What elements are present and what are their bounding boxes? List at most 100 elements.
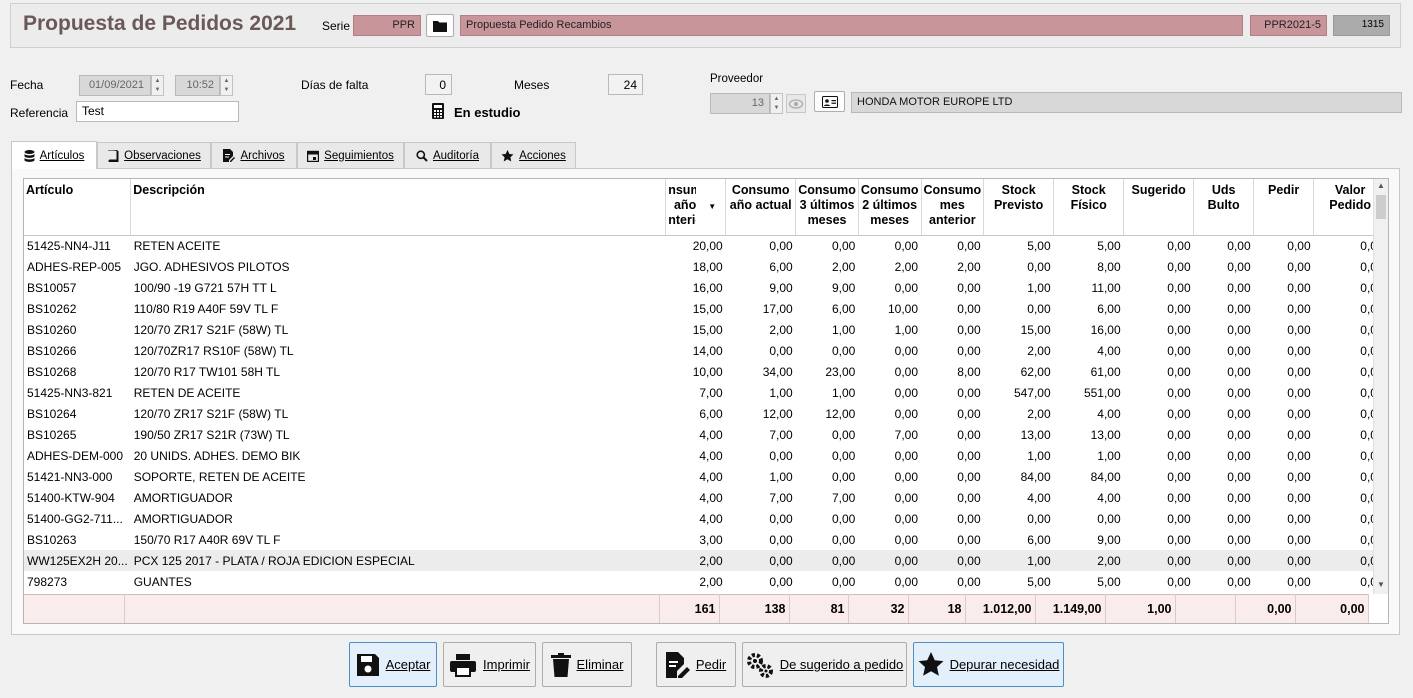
referencia-field[interactable]: Test: [76, 101, 239, 122]
table-row[interactable]: 798273 GUANTES 2,00 0,00 0,00 0,00 0,00 5,00 5,0…: [24, 571, 1387, 592]
proveedor-view-button[interactable]: [786, 94, 806, 113]
hora-spinner[interactable]: ▲ ▼: [220, 75, 233, 96]
table-cell: 0,00: [957, 280, 981, 295]
table-cell: 0,00: [957, 469, 981, 484]
tab-archivos[interactable]: Archivos: [211, 142, 297, 168]
tab-articulos[interactable]: Artículos: [11, 141, 97, 169]
table-row[interactable]: 51400-GG2-711... AMORTIGUADOR 4,00 0,00 0,00…: [24, 508, 1387, 529]
scroll-thumb[interactable]: [1376, 195, 1386, 219]
tab-auditoria[interactable]: Auditoría: [404, 142, 491, 168]
table-cell: 0,00: [894, 238, 918, 253]
col-stock-fisico[interactable]: Stock Físico: [1053, 179, 1125, 236]
table-cell: 15,00: [692, 301, 723, 316]
proveedor-spinner[interactable]: ▲ ▼: [770, 93, 783, 114]
col-consumo-ano-anterior-label: nsum año nterio: [668, 183, 697, 227]
table-row[interactable]: 51421-NN3-000 SOPORTE, RETEN DE ACEITE 4,0…: [24, 466, 1387, 487]
proveedor-code-field[interactable]: 13: [710, 93, 770, 114]
meses-field[interactable]: 24: [608, 74, 643, 95]
table-cell: 0,00: [769, 343, 793, 358]
table-row[interactable]: WW125EX2H 20... PCX 125 2017 - PLATA / RO…: [24, 550, 1387, 571]
table-row[interactable]: 51400-KTW-904 AMORTIGUADOR 4,00 7,00 7,00 0,0…: [24, 487, 1387, 508]
pedir-button[interactable]: Pedir: [656, 642, 736, 687]
table-row[interactable]: ADHES-REP-005 JGO. ADHESIVOS PILOTOS 18,00…: [24, 256, 1387, 277]
tab-seguimientos[interactable]: Seguimientos: [297, 142, 404, 168]
table-row[interactable]: BS10263 150/70 R17 A40R 69V TL F 3,00 0,00 0…: [24, 529, 1387, 550]
fecha-spinner[interactable]: ▲ ▼: [151, 75, 164, 96]
scroll-up-icon[interactable]: ▲: [1377, 181, 1385, 190]
table-cell: 0,00: [769, 574, 793, 589]
articles-grid[interactable]: Artículo Descripción nsum año nterio ▼ C…: [23, 178, 1389, 624]
table-row[interactable]: BS10262 110/80 R19 A40F 59V TL F 15,00 17,0…: [24, 298, 1387, 319]
table-cell: 3,00: [699, 532, 723, 547]
scroll-down-icon[interactable]: ▼: [1377, 580, 1385, 589]
col-uds-bulto[interactable]: Uds Bulto: [1193, 179, 1255, 236]
total-cell: 32: [848, 594, 909, 623]
table-cell: PCX 125 2017 - PLATA / ROJA EDICION ESPE…: [130, 550, 666, 571]
table-row[interactable]: BS10268 120/70 R17 TW101 58H TL 10,00 34,00…: [24, 361, 1387, 382]
file-signature-icon: [665, 651, 690, 678]
total-cell: 81: [789, 594, 849, 623]
table-cell: 0,00: [1253, 550, 1314, 571]
col-sugerido[interactable]: Sugerido: [1123, 179, 1195, 236]
table-row[interactable]: BS10265 190/50 ZR17 S21R (73W) TL 4,00 7,00…: [24, 424, 1387, 445]
table-row[interactable]: 51425-NN3-821 RETEN DE ACEITE 7,00 1,00 1,00…: [24, 382, 1387, 403]
table-cell: 0,00: [1097, 511, 1121, 526]
table-row[interactable]: 51425-NN4-J11 RETEN ACEITE 20,00 0,00 0,00 0,…: [24, 235, 1387, 256]
table-cell: 0,00: [1167, 574, 1191, 589]
eliminar-button[interactable]: Eliminar: [542, 642, 632, 687]
table-row[interactable]: ADHES-DEM-000 20 UNIDS. ADHES. DEMO BIK 4,…: [24, 445, 1387, 466]
total-cell: 161: [659, 594, 720, 623]
dias-falta-field[interactable]: 0: [425, 74, 452, 95]
table-cell: 0,00: [769, 511, 793, 526]
table-cell: 0,00: [858, 550, 921, 571]
tab-observaciones[interactable]: Observaciones: [97, 142, 211, 168]
document-number-field[interactable]: 1315: [1333, 15, 1390, 36]
database-icon: [24, 149, 35, 162]
col-pedir[interactable]: Pedir: [1253, 179, 1315, 236]
sort-desc-icon: ▼: [708, 202, 717, 211]
table-cell: 6,00: [832, 301, 856, 316]
table-cell: 0,00: [1167, 280, 1191, 295]
col-consumo-mes-anterior[interactable]: Consumo mes anterior: [921, 179, 985, 236]
imprimir-button[interactable]: Imprimir: [443, 642, 536, 687]
table-row[interactable]: BS10266 120/70ZR17 RS10F (58W) TL 14,00 0,0…: [24, 340, 1387, 361]
grid-scrollbar[interactable]: ▲ ▼: [1373, 179, 1388, 594]
aceptar-button[interactable]: Aceptar: [349, 642, 437, 687]
document-code-field[interactable]: PPR2021-5: [1250, 15, 1327, 36]
col-descripcion[interactable]: Descripción: [130, 179, 667, 236]
hora-field[interactable]: 10:52: [175, 75, 220, 96]
serie-folder-button[interactable]: [426, 14, 454, 37]
col-consumo-ano-actual[interactable]: Consumo año actual: [725, 179, 797, 236]
depurar-necesidad-button[interactable]: Depurar necesidad: [913, 642, 1064, 687]
fecha-field[interactable]: 01/09/2021: [79, 75, 151, 96]
table-cell: 7,00: [699, 385, 723, 400]
col-consumo-2-meses[interactable]: Consumo 2 últimos meses: [858, 179, 922, 236]
table-row[interactable]: BS10260 120/70 ZR17 S21F (58W) TL 15,00 2,0…: [24, 319, 1387, 340]
serie-field[interactable]: PPR: [353, 15, 421, 36]
table-cell: 2,00: [1027, 343, 1051, 358]
col-stock-previsto[interactable]: Stock Previsto: [983, 179, 1055, 236]
sugerido-a-pedido-button[interactable]: De sugerido a pedido: [742, 642, 907, 687]
col-consumo-ano-anterior[interactable]: nsum año nterio ▼: [665, 179, 727, 236]
col-articulo[interactable]: Artículo: [24, 179, 132, 236]
serie-description-field[interactable]: Propuesta Pedido Recambios: [460, 15, 1243, 36]
table-cell: 0,00: [894, 364, 918, 379]
table-cell: 0,00: [1287, 238, 1311, 253]
proveedor-card-button[interactable]: [814, 91, 845, 112]
table-cell: 0,00: [1027, 259, 1051, 274]
table-row[interactable]: BS10264 120/70 ZR17 S21F (58W) TL 6,00 12,0…: [24, 403, 1387, 424]
table-cell: 1,00: [769, 469, 793, 484]
table-row[interactable]: BS10057 100/90 -19 G721 57H TT L 16,00 9,00…: [24, 277, 1387, 298]
table-cell: 15,00: [1020, 322, 1051, 337]
proveedor-name-field[interactable]: HONDA MOTOR EUROPE LTD: [851, 92, 1402, 113]
table-cell: 0,00: [1287, 406, 1311, 421]
col-consumo-3-meses[interactable]: Consumo 3 últimos meses: [795, 179, 859, 236]
table-cell: 0,00: [1027, 301, 1051, 316]
table-cell: 51400-KTW-904: [27, 490, 115, 505]
table-cell: 6,00: [1097, 301, 1121, 316]
table-cell: 110/80 R19 A40F 59V TL F: [133, 301, 279, 316]
tab-acciones[interactable]: Acciones: [491, 142, 576, 168]
table-cell: 0,00: [1167, 364, 1191, 379]
table-cell: 0,00: [832, 427, 856, 442]
calculator-icon: [432, 103, 444, 122]
